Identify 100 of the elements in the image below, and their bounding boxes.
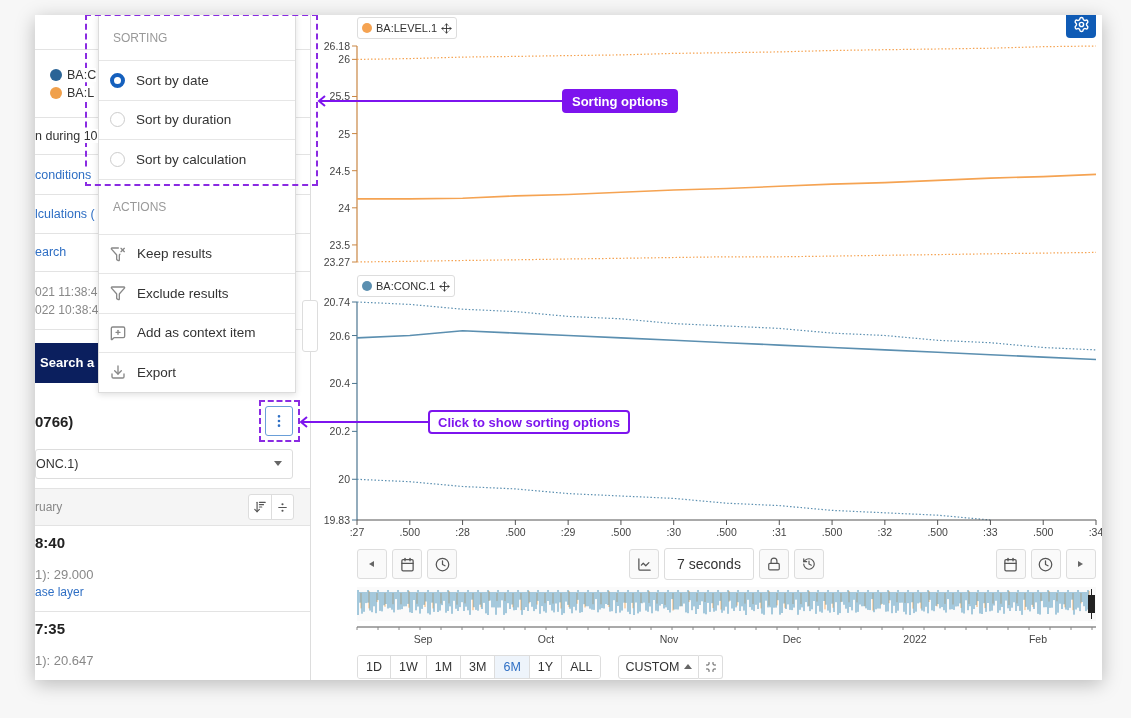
axis-label: Dec: [782, 633, 802, 645]
result-value: 1): 29.000: [35, 567, 94, 582]
clock-button[interactable]: [427, 549, 457, 579]
caret-icon: [684, 663, 693, 671]
series-chip[interactable]: BA:LEVEL.1: [357, 17, 458, 39]
settings-icon: [1072, 15, 1090, 33]
range-button[interactable]: ALL: [561, 656, 601, 678]
link[interactable]: lculations (: [35, 206, 95, 221]
funnel-icon: [110, 285, 126, 302]
search-button[interactable]: Search a: [35, 342, 98, 383]
axis-label: 23.5: [329, 238, 350, 251]
lock-button[interactable]: [758, 549, 789, 579]
axis-label: 26: [338, 53, 350, 66]
axis-label: 20.74: [323, 298, 350, 308]
more-options-button[interactable]: [265, 406, 293, 436]
speech-plus-icon: [110, 324, 126, 341]
duration-field[interactable]: 7 seconds: [664, 548, 754, 580]
axis-label: Oct: [537, 633, 555, 645]
caret-icon: [274, 459, 282, 468]
axis-label: 25: [338, 127, 350, 140]
axis-label: .500: [716, 526, 737, 538]
axis-label: .500: [505, 526, 526, 538]
axis-label: 25.5: [329, 90, 350, 103]
axis-label: Feb: [1028, 633, 1048, 645]
section-heading: SORTING: [113, 30, 168, 45]
axis-label: 24.5: [329, 164, 350, 177]
axis-label: 24: [338, 201, 350, 214]
axis-label: :27: [349, 526, 365, 538]
calendar-icon: [1003, 556, 1019, 572]
axis-label: 20.2: [329, 425, 350, 438]
axis-label: .500: [1033, 526, 1054, 538]
axis-label: Nov: [659, 633, 679, 645]
axis-label: 23.27: [323, 256, 350, 268]
axis-label: :33: [983, 526, 998, 538]
settings-button[interactable]: [1066, 15, 1096, 38]
series-chip[interactable]: BA:CONC.1: [357, 275, 456, 297]
calendar-icon: [399, 556, 415, 572]
axis-label: 20: [338, 473, 350, 486]
filter-x-icon: [110, 245, 126, 262]
minimize-button[interactable]: [699, 655, 724, 679]
lock-icon: [766, 557, 781, 571]
menu-item[interactable]: Sort by duration: [99, 99, 295, 139]
sort-icon: [253, 500, 267, 514]
axis-label: :32: [877, 526, 893, 538]
condition-text: n during 10: [35, 129, 98, 143]
menu-item[interactable]: Sort by date: [99, 60, 295, 100]
result-time: 7:35: [35, 620, 66, 637]
link[interactable]: ase layer: [35, 585, 84, 599]
minimize-icon: [704, 661, 717, 673]
menu-item[interactable]: Keep results: [99, 233, 295, 273]
caret-icon: [368, 560, 376, 568]
caret-icon: [1077, 560, 1085, 568]
menu-item[interactable]: Export: [99, 352, 295, 392]
menu-item[interactable]: Add as context item: [99, 312, 295, 352]
callout: Sorting options: [562, 89, 679, 113]
axis-label: .500: [399, 526, 420, 538]
menu-item[interactable]: Sort by calculation: [99, 139, 295, 179]
custom-range-button[interactable]: CUSTOM: [618, 655, 700, 679]
axis-label: :30: [666, 526, 681, 538]
axis-label: 20.6: [329, 329, 350, 342]
history-icon: [801, 557, 816, 571]
range-button[interactable]: 6M: [494, 656, 529, 678]
section-heading: ACTIONS: [113, 199, 167, 214]
clock-icon: [434, 556, 450, 572]
legend-label: BA:C: [67, 67, 97, 82]
axis-label: 20.4: [329, 377, 350, 390]
date-time: 022 10:38:4: [35, 302, 99, 317]
link[interactable]: earch: [35, 245, 67, 260]
radio-button[interactable]: [110, 72, 125, 88]
menu-item[interactable]: Exclude results: [99, 273, 295, 313]
callout: Click to show sorting options: [428, 410, 630, 434]
chart-icon: [636, 556, 652, 572]
date-time: 021 11:38:4: [35, 284, 98, 299]
move-icon: [439, 280, 451, 292]
chart-button[interactable]: [629, 549, 660, 579]
download-icon: [110, 364, 126, 381]
axis-label: :28: [455, 526, 470, 538]
calendar-button[interactable]: [996, 549, 1026, 579]
calendar-button[interactable]: [392, 549, 422, 579]
result-time: 8:40: [35, 534, 66, 551]
clock-icon: [1038, 556, 1054, 572]
series-select[interactable]: ONC.1): [35, 448, 293, 479]
collapse-handle[interactable]: [302, 300, 318, 352]
axis-label: .500: [927, 526, 948, 538]
highlight-frame: [259, 400, 300, 442]
move-icon: [441, 22, 453, 34]
axis-label: 2022: [903, 633, 927, 645]
link[interactable]: conditions: [35, 167, 92, 182]
axis-label: 26.18: [323, 40, 350, 52]
axis-label: :29: [560, 526, 576, 538]
axis-label: Sep: [413, 633, 433, 645]
axis-label: .500: [821, 526, 843, 538]
result-value: 1): 20.647: [35, 653, 94, 668]
axis-label: 19.83: [323, 514, 350, 526]
clock-button[interactable]: [1031, 549, 1061, 579]
history-button[interactable]: [793, 549, 824, 579]
legend-label: BA:L: [67, 85, 95, 100]
divide-icon: [276, 500, 289, 514]
axis-label: :31: [772, 526, 787, 538]
result-title: 0766): [35, 412, 74, 430]
